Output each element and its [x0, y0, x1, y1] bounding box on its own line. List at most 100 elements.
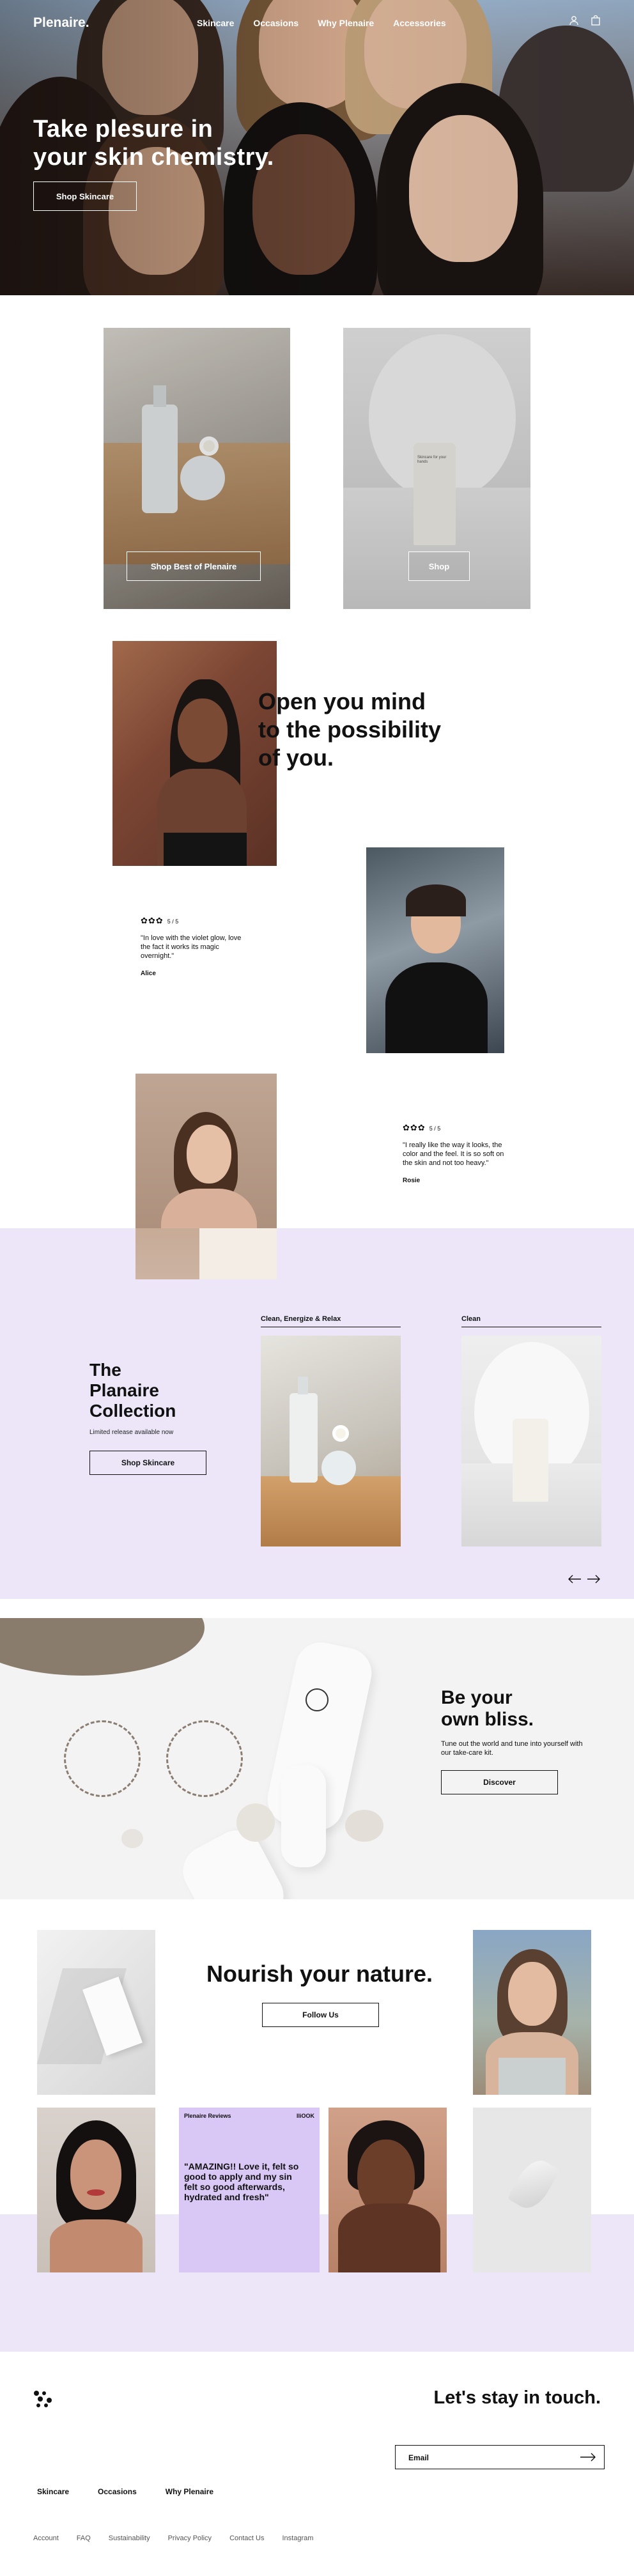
collection-product-clean[interactable]: [461, 1336, 601, 1546]
bliss-title: Be your own bliss.: [441, 1687, 534, 1731]
pump-bottle-small: [174, 1821, 293, 1899]
hero-title-line1: Take plesure in: [33, 116, 213, 143]
user-icon[interactable]: [569, 15, 579, 29]
portrait-top: [499, 2058, 566, 2095]
daisy-flower: [332, 1425, 349, 1442]
tab-clean[interactable]: Clean: [461, 1315, 601, 1327]
hero-shop-skincare-button[interactable]: Shop Skincare: [33, 181, 137, 211]
wire-sphere: [64, 1720, 141, 1797]
portrait-towel: [199, 1228, 277, 1279]
bliss-subtitle: Tune out the world and tune into yoursel…: [441, 1740, 583, 1757]
page: Plenaire. Skincare Occasions Why Plenair…: [0, 0, 634, 2576]
best-of-product-card[interactable]: Shop Best of Plenaire: [104, 328, 290, 609]
footer-link-privacy-policy[interactable]: Privacy Policy: [168, 2534, 212, 2542]
portrait-top: [164, 833, 247, 866]
tile-portrait-curls[interactable]: [329, 2108, 447, 2272]
cream-swatch: [507, 2154, 561, 2215]
footer-link-why-plenaire[interactable]: Why Plenaire: [166, 2487, 213, 2496]
arrow-right-icon[interactable]: [580, 2453, 596, 2464]
bottle-logo-icon: [305, 1688, 329, 1711]
footer-link-faq[interactable]: FAQ: [77, 2534, 91, 2542]
tab-clean-energize-relax[interactable]: Clean, Energize & Relax: [261, 1315, 401, 1327]
bag-icon[interactable]: [591, 15, 601, 29]
main-nav: Skincare Occasions Why Plenaire Accessor…: [197, 18, 446, 28]
cream-tube: [513, 1419, 548, 1502]
arrow-right-icon[interactable]: [587, 1575, 601, 1587]
portrait-shoulders: [338, 2203, 440, 2272]
footer-link-sustainability[interactable]: Sustainability: [109, 2534, 150, 2542]
quote-line2: to the possibility: [258, 716, 442, 743]
discover-button[interactable]: Discover: [441, 1770, 558, 1794]
footer-logo-icon[interactable]: [33, 2390, 52, 2411]
portrait-shoulders: [50, 2219, 143, 2272]
tile-portrait-blonde[interactable]: [473, 1930, 591, 2095]
quote-line3: of you.: [258, 744, 334, 771]
portrait-face: [508, 1962, 557, 2026]
hero-title-line2: your skin chemistry.: [33, 144, 274, 171]
jar: [321, 1451, 356, 1485]
collection-title-line1: The: [89, 1360, 121, 1380]
bliss-title-line1: Be your: [441, 1687, 513, 1708]
email-label: Email: [408, 2453, 429, 2462]
footer-main-nav: Skincare Occasions Why Plenaire: [37, 2487, 213, 2496]
footer-title: Let's stay in touch.: [433, 2387, 601, 2408]
portrait-shirt: [385, 962, 488, 1053]
nav-item-accessories[interactable]: Accessories: [393, 18, 446, 28]
shop-button[interactable]: Shop: [408, 551, 470, 581]
hand-cream-product-card[interactable]: Skincare for your hands Shop: [343, 328, 530, 609]
portrait-face: [178, 698, 228, 762]
tile-portrait-darkhair[interactable]: [37, 2108, 155, 2272]
footer-link-account[interactable]: Account: [33, 2534, 59, 2542]
bottle-small: [281, 1765, 326, 1867]
portrait-hair: [406, 884, 466, 916]
instagram-review-tile[interactable]: Plenaire Reviews IliOOK "AMAZING!! Love …: [179, 2108, 320, 2272]
review-tile-quote: "AMAZING!! Love it, felt so good to appl…: [184, 2161, 299, 2202]
collection-title-line2: Planaire: [89, 1380, 159, 1400]
review-tile-handle: IliOOK: [296, 2113, 314, 2119]
footer-sub-nav: Account FAQ Sustainability Privacy Polic…: [33, 2534, 313, 2542]
straw-hat: [0, 1618, 205, 1676]
nav-item-skincare[interactable]: Skincare: [197, 18, 234, 28]
footer-link-occasions[interactable]: Occasions: [98, 2487, 137, 2496]
collection-product-energize[interactable]: [261, 1336, 401, 1546]
review-card-rosie: ✿✿✿ 5 / 5 "I really like the way it looks…: [403, 1123, 505, 1185]
bliss-section: [0, 1618, 634, 1899]
seashell: [345, 1810, 383, 1842]
review-score: 5 / 5: [429, 1125, 441, 1132]
review-score: 5 / 5: [167, 918, 179, 925]
collection-shop-skincare-button[interactable]: Shop Skincare: [89, 1451, 206, 1475]
site-logo[interactable]: Plenaire.: [33, 15, 89, 31]
collection-title: The Planaire Collection: [89, 1360, 176, 1421]
mindset-quote: Open you mind to the possibility of you.: [258, 688, 441, 772]
footer-link-contact-us[interactable]: Contact Us: [229, 2534, 264, 2542]
collection-title-line3: Collection: [89, 1401, 176, 1421]
portrait-face: [187, 1125, 231, 1184]
nourish-title: Nourish your nature.: [206, 1961, 433, 1987]
tile-product-box[interactable]: [37, 1930, 155, 2095]
portrait-woman-black-shirt: [366, 847, 504, 1053]
collection-subtitle: Limited release available now: [89, 1429, 174, 1436]
rating-stars-icon: ✿✿✿: [141, 916, 164, 925]
seashell: [121, 1829, 143, 1848]
review-text: "In love with the violet glow, love the …: [141, 934, 242, 960]
footer-link-instagram[interactable]: Instagram: [282, 2534, 313, 2542]
newsletter-email-field[interactable]: Email: [395, 2445, 605, 2469]
nav-item-occasions[interactable]: Occasions: [253, 18, 298, 28]
portrait-woman-seated-overlap: [135, 1228, 277, 1279]
nav-icons: [569, 15, 601, 29]
portrait-woman-brick-wall: [112, 641, 277, 866]
follow-us-button[interactable]: Follow Us: [262, 2003, 379, 2027]
review-tile-header: Plenaire Reviews: [184, 2113, 231, 2119]
review-author: Alice: [141, 970, 156, 977]
footer-link-skincare[interactable]: Skincare: [37, 2487, 69, 2496]
tile-cream-swatch[interactable]: [473, 2108, 591, 2272]
arrow-left-icon[interactable]: [568, 1575, 582, 1587]
portrait-lips: [87, 2189, 105, 2196]
shop-best-of-plenaire-button[interactable]: Shop Best of Plenaire: [127, 551, 261, 581]
nav-item-why-plenaire[interactable]: Why Plenaire: [318, 18, 374, 28]
hero-title: Take plesure in your skin chemistry.: [33, 115, 274, 171]
review-author: Rosie: [403, 1177, 421, 1184]
hero-section: Plenaire. Skincare Occasions Why Plenair…: [0, 0, 634, 295]
review-card-alice: ✿✿✿ 5 / 5 "In love with the violet glow, …: [141, 916, 243, 978]
pump-bottle: [290, 1393, 318, 1483]
